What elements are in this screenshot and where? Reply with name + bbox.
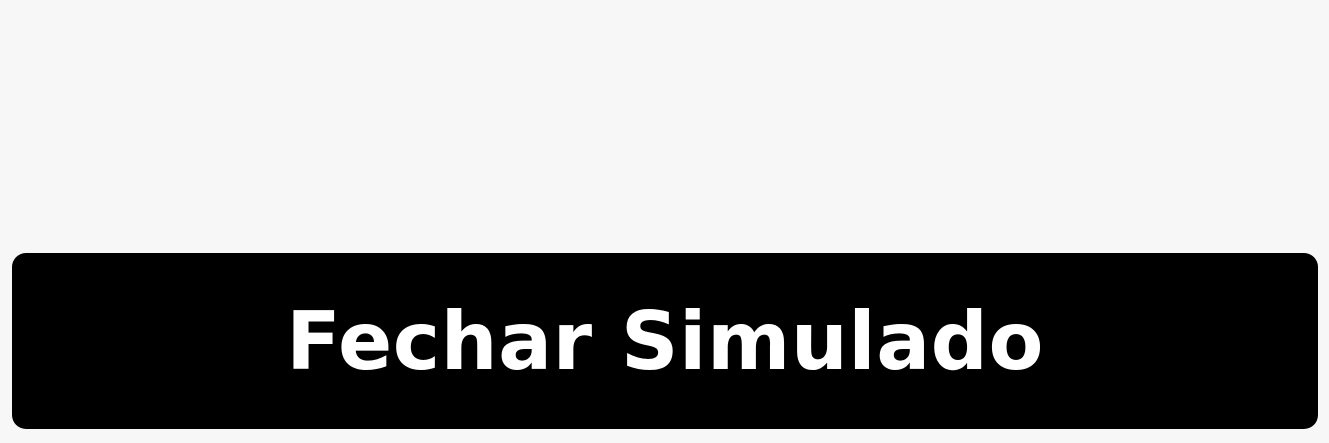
page: Fechar Simulado xyxy=(0,0,1329,443)
close-simulation-button[interactable]: Fechar Simulado xyxy=(12,253,1318,429)
close-simulation-button-label: Fechar Simulado xyxy=(286,295,1044,388)
